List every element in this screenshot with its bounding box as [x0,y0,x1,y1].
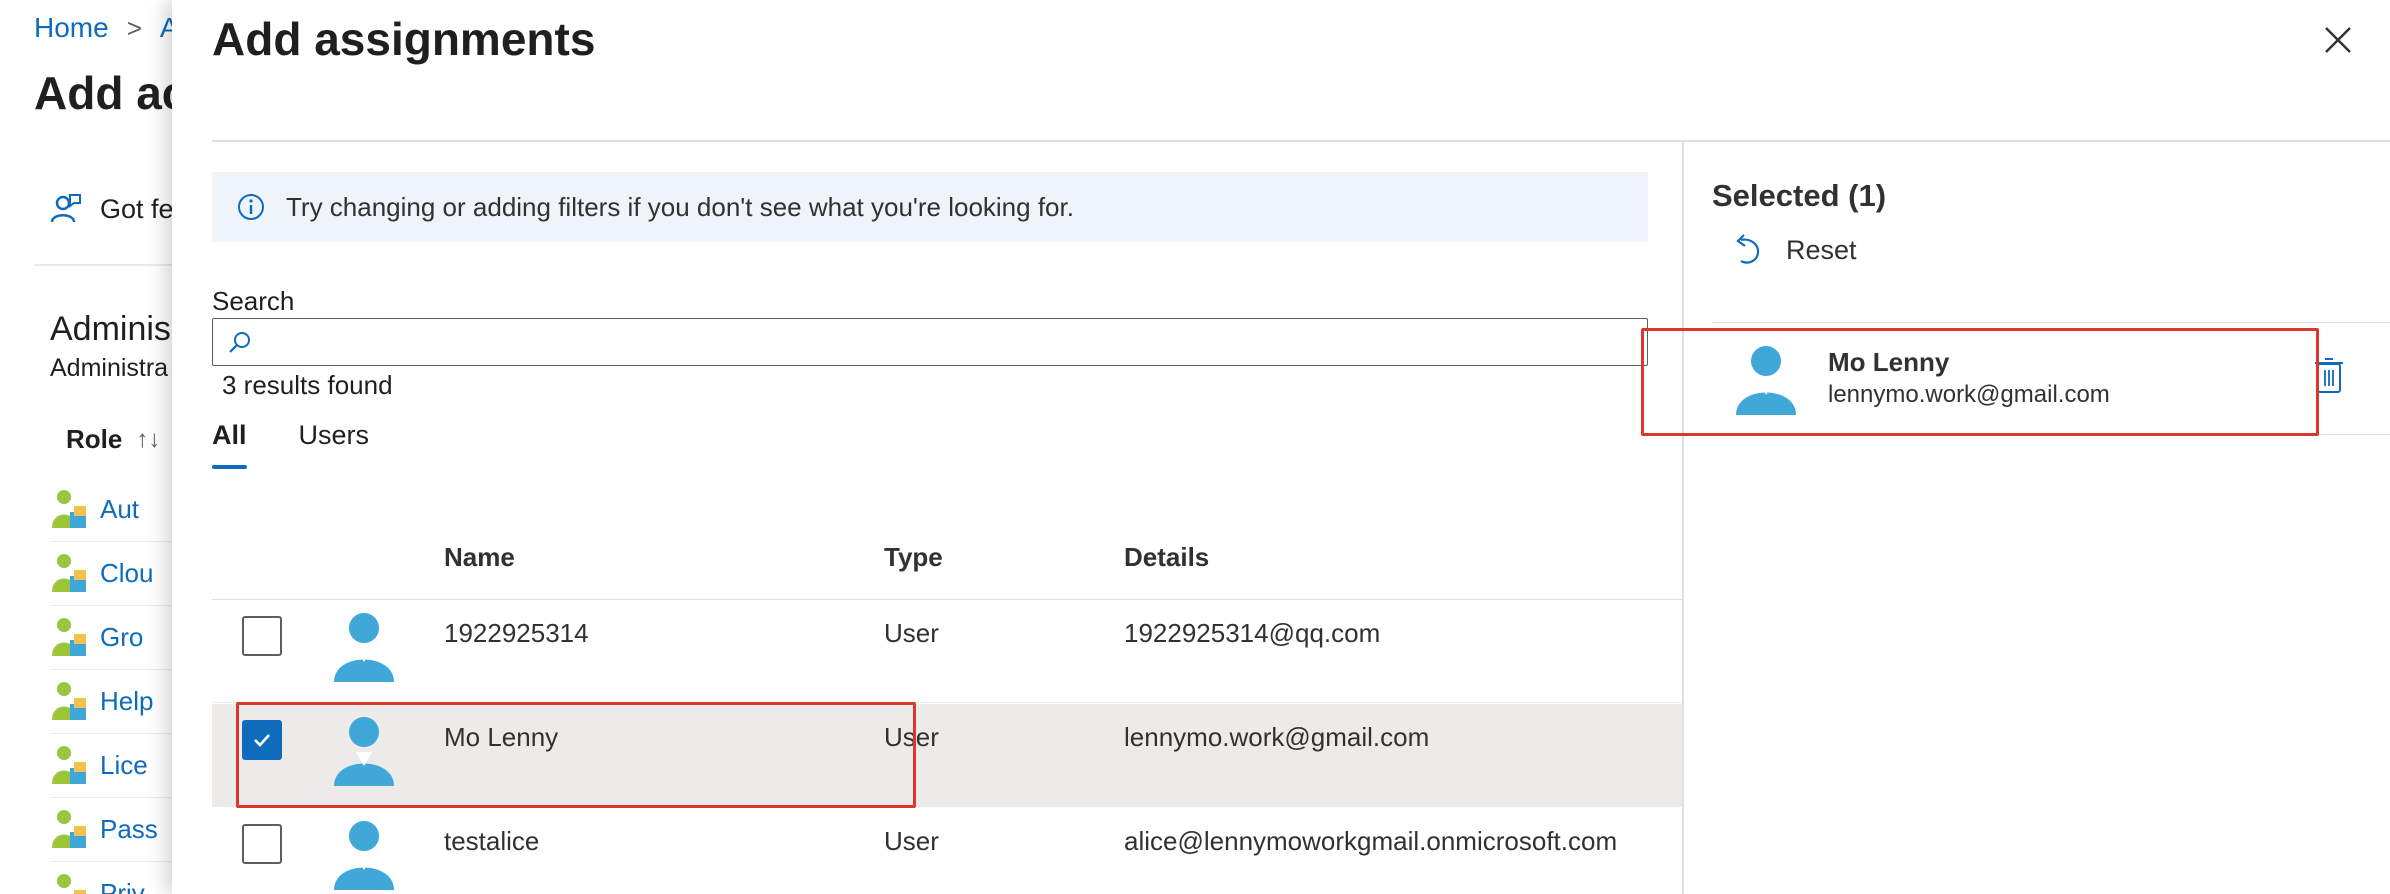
table-row[interactable]: Mo Lenny User lennymo.work@gmail.com [212,704,1682,807]
row-type: User [884,618,939,648]
table-row[interactable]: 1922925314 User 1922925314@qq.com [212,600,1682,703]
column-header-name[interactable]: Name [444,542,515,573]
role-name[interactable]: Lice [100,750,148,781]
page-title: Add ac [34,67,188,119]
row-name: 1922925314 [444,618,589,648]
feedback-label: Got fe [100,193,174,224]
role-icon [52,489,86,528]
results-count: 3 results found [222,370,393,400]
role-name[interactable]: Clou [100,558,153,589]
selected-item-name: Mo Lenny [1828,347,1950,377]
undo-icon [1736,234,1760,264]
row-type: User [884,722,939,752]
role-column-header[interactable]: Role ↑↓ [66,424,160,455]
breadcrumb-home[interactable]: Home [34,12,109,44]
row-name: Mo Lenny [444,722,559,752]
info-icon [238,194,264,220]
divider [212,140,2390,142]
search-field[interactable] [212,318,1648,366]
tab-users[interactable]: Users [299,420,370,469]
row-type: User [884,826,939,856]
checkmark-icon [254,734,270,747]
tab-all[interactable]: All [212,420,247,469]
feedback-button[interactable]: Got fe [48,192,174,226]
role-header-label: Role [66,424,123,454]
role-name[interactable]: Priv [100,878,145,894]
role-name[interactable]: Aut [100,494,139,525]
role-icon [52,745,86,784]
info-banner: Try changing or adding filters if you do… [212,172,1648,242]
panel-title: Add assignments [212,13,596,65]
selected-title: Selected (1) [1712,178,1887,213]
search-label: Search [212,286,295,316]
trash-icon[interactable] [2314,356,2344,394]
role-name[interactable]: Pass [100,814,158,845]
table-row[interactable]: testalice User alice@lennymoworkgmail.on… [212,808,1682,894]
row-checkbox[interactable] [242,616,282,656]
user-avatar-icon [1736,346,1796,415]
row-details: 1922925314@qq.com [1124,618,1381,648]
breadcrumb: Home > A [34,12,179,44]
row-details: alice@lennymoworkgmail.onmicrosoft.com [1124,826,1618,856]
role-icon [52,809,86,848]
user-avatar-icon [334,717,394,786]
search-icon [229,332,250,353]
close-icon[interactable] [2320,22,2356,58]
add-assignments-panel: Add assignments Try changing or adding f… [172,0,2390,894]
role-icon [52,617,86,656]
row-name: testalice [444,826,540,856]
column-header-type[interactable]: Type [884,542,943,573]
divider [34,264,184,266]
selected-item-email: lennymo.work@gmail.com [1828,381,2110,408]
table-header: Name Type Details [212,530,1682,600]
role-icon [52,553,86,592]
tab-list: All Users [212,420,369,469]
role-icon [52,681,86,720]
selected-item: Mo Lenny lennymo.work@gmail.com [1712,323,2390,435]
section-subtitle: Administra [50,354,169,382]
chevron-right-icon: > [126,12,142,43]
row-checkbox[interactable] [242,824,282,864]
row-details: lennymo.work@gmail.com [1124,722,1430,752]
column-divider [1682,140,1684,894]
reset-label: Reset [1786,234,1857,265]
row-checkbox[interactable] [242,720,282,760]
role-name[interactable]: Help [100,686,153,717]
reset-button[interactable]: Reset [1732,234,1857,266]
user-avatar-icon [334,821,394,890]
info-message: Try changing or adding filters if you do… [286,191,1074,222]
column-header-details[interactable]: Details [1124,542,1209,573]
sort-icon: ↑↓ [136,425,161,453]
user-avatar-icon [334,613,394,682]
feedback-icon [50,194,81,223]
role-icon [57,873,86,894]
role-name[interactable]: Gro [100,622,143,653]
search-input[interactable] [263,322,1647,362]
section-title: Adminis [50,310,171,348]
